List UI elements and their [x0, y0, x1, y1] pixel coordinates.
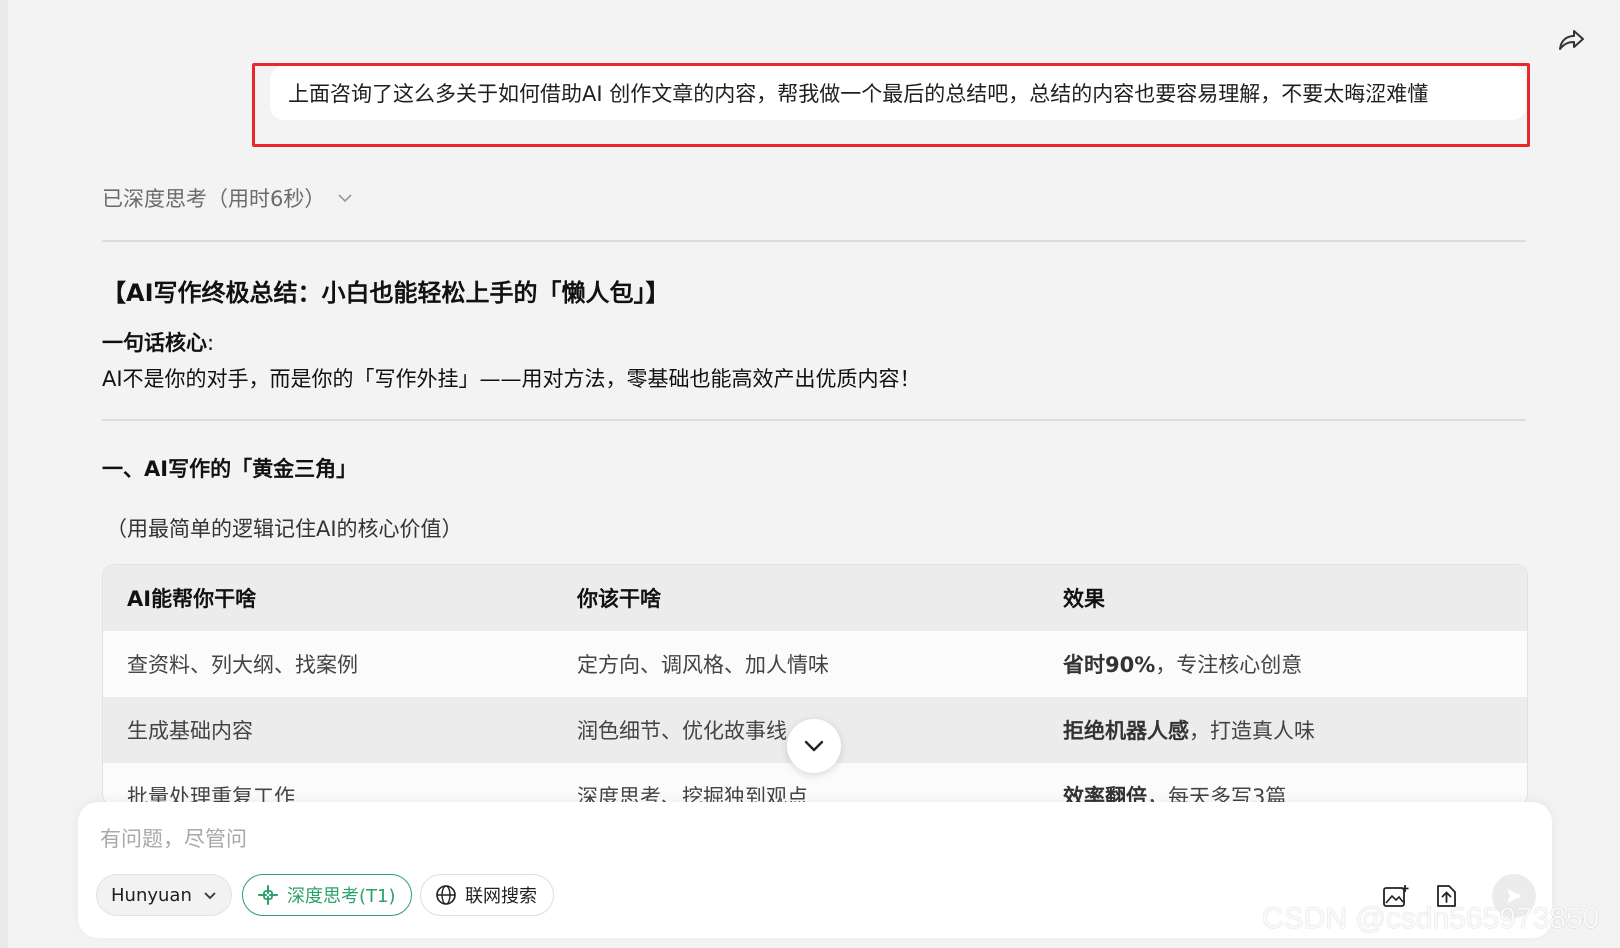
answer-title: 【AI写作终极总结：小白也能轻松上手的「懒人包」】 [102, 279, 670, 307]
model-label: Hunyuan [111, 884, 192, 906]
table-cell: 拒绝机器人感，打造真人味 [1063, 715, 1315, 745]
divider [102, 240, 1526, 242]
table-cell-rest: ，打造真人味 [1189, 719, 1315, 743]
watermark: CSDN @csdn565973850 [1262, 902, 1600, 935]
chevron-down-icon [338, 194, 352, 203]
chevron-down-icon [204, 891, 216, 899]
scroll-to-bottom-button[interactable] [787, 719, 841, 773]
model-selector[interactable]: Hunyuan [96, 874, 232, 916]
globe-icon [436, 885, 456, 905]
table-row: 查资料、列大纲、找案例 定方向、调风格、加人情味 省时90%，专注核心创意 [103, 631, 1527, 697]
deep-think-toggle[interactable]: 深度思考(T1) [242, 874, 412, 916]
divider [102, 419, 1526, 421]
thinking-status: 已深度思考（用时6秒） [102, 187, 326, 211]
chat-page: 上面咨询了这么多关于如何借助AI 创作文章的内容，帮我做一个最后的总结吧，总结的… [0, 0, 1620, 948]
deep-think-label: 深度思考(T1) [287, 886, 396, 907]
core-label-text: 一句话核心 [102, 331, 207, 355]
section-title: 一、AI写作的「黄金三角」 [102, 457, 358, 481]
table-cell-rest: ，专注核心创意 [1155, 653, 1303, 677]
table-cell: 查资料、列大纲、找案例 [127, 653, 358, 677]
core-text: AI不是你的对手，而是你的「写作外挂」——用对方法，零基础也能高效产出优质内容！ [102, 367, 921, 391]
core-label-colon: : [207, 331, 215, 355]
core-label: 一句话核心: [102, 327, 214, 357]
message-input[interactable] [98, 818, 1302, 860]
share-button[interactable] [1553, 22, 1589, 58]
table-header-cell: AI能帮你干啥 [127, 587, 257, 611]
table-cell: 定方向、调风格、加人情味 [577, 653, 829, 677]
deep-think-icon [258, 885, 278, 905]
section-subtitle: （用最简单的逻辑记住AI的核心价值） [106, 517, 463, 541]
table-cell-bold: 拒绝机器人感 [1063, 719, 1189, 743]
web-search-toggle[interactable]: 联网搜索 [420, 874, 554, 916]
share-icon [1559, 30, 1584, 50]
table-cell: 生成基础内容 [127, 719, 253, 743]
table-header-cell: 效果 [1063, 587, 1105, 611]
table-header-cell: 你该干啥 [577, 587, 661, 611]
chevron-down-icon [804, 740, 824, 752]
web-search-label: 联网搜索 [465, 886, 537, 907]
table-cell: 润色细节、优化故事线 [577, 719, 787, 743]
table-header-row: AI能帮你干啥 你该干啥 效果 [103, 565, 1527, 631]
table-cell-bold: 省时90% [1063, 653, 1156, 677]
thinking-toggle[interactable]: 已深度思考（用时6秒） [102, 183, 353, 213]
table-cell: 省时90%，专注核心创意 [1063, 649, 1302, 679]
highlight-box [252, 63, 1530, 147]
left-edge [0, 0, 8, 948]
